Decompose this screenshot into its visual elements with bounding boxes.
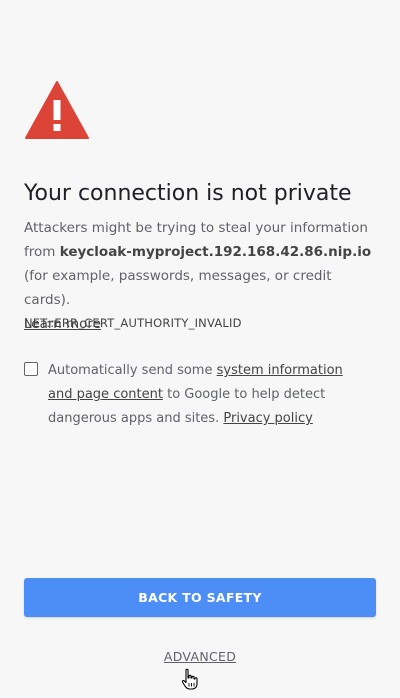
warning-triangle-icon [25,81,89,139]
interstitial-page: Your connection is not private Attackers… [0,0,400,698]
advanced-button[interactable]: ADVANCED [150,646,250,666]
optin-text-start: Automatically send some [48,363,217,378]
hostname: keycloak-myproject.192.168.42.86.nip.io [59,244,372,260]
privacy-policy-link[interactable]: Privacy policy [223,411,312,426]
send-info-checkbox[interactable] [24,362,38,376]
page-title: Your connection is not private [24,181,352,206]
description-text-end: (for example, passwords, messages, or cr… [24,268,332,308]
back-to-safety-button[interactable]: BACK TO SAFETY [24,578,376,617]
error-code: NET::ERR_CERT_AUTHORITY_INVALID [24,316,242,330]
optin-label: Automatically send some system informati… [48,359,370,431]
hand-cursor-icon [181,668,198,690]
